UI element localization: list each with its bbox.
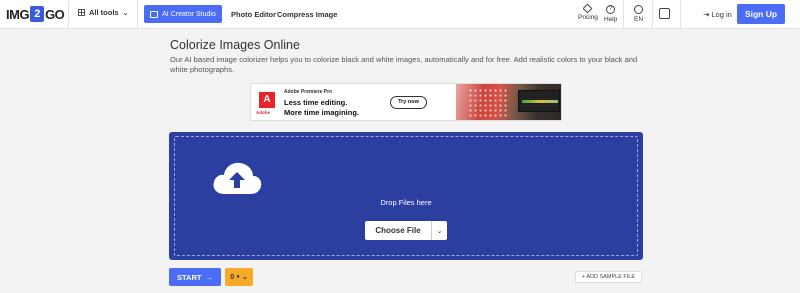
credits-value: 0 bbox=[230, 273, 235, 281]
choose-file-button[interactable]: Choose File ⌄ bbox=[365, 221, 447, 240]
image-icon bbox=[150, 10, 159, 18]
header-divider bbox=[68, 0, 69, 29]
ai-creator-label: AI Creator Studio bbox=[162, 10, 216, 18]
help-label: Help bbox=[604, 16, 618, 23]
compress-image-link[interactable]: Compress Image bbox=[277, 10, 337, 19]
adobe-logo-label: Adobe bbox=[256, 110, 270, 115]
language-selector[interactable]: EN bbox=[634, 5, 643, 23]
page-description: Our AI based image colorizer helps you t… bbox=[170, 55, 638, 74]
ad-try-now-button[interactable]: Try now bbox=[390, 96, 427, 109]
ad-headline-2: More time imagining. bbox=[284, 108, 360, 117]
pricing-link[interactable]: Pricing bbox=[578, 3, 598, 21]
chevron-down-icon: ⌄ bbox=[122, 9, 129, 17]
start-label: START bbox=[177, 272, 202, 282]
ai-creator-studio-button[interactable]: AI Creator Studio bbox=[144, 5, 222, 23]
coins-icon: ● bbox=[236, 274, 240, 280]
ad-brand: Adobe Premiere Pro bbox=[284, 89, 333, 95]
ad-photo bbox=[456, 84, 561, 120]
login-link[interactable]: ⇥ Log in bbox=[703, 10, 732, 19]
credits-button[interactable]: 0 ● ⌄ bbox=[225, 268, 253, 286]
ad-photo-screen bbox=[518, 90, 560, 112]
calendar-clock-icon bbox=[659, 8, 670, 19]
logo-text-left: IMG bbox=[6, 6, 30, 22]
question-icon: ? bbox=[606, 5, 616, 14]
chevron-down-icon: ⌄ bbox=[241, 274, 248, 281]
help-link[interactable]: ? Help bbox=[604, 5, 617, 23]
header-divider bbox=[652, 0, 653, 29]
login-label: Log in bbox=[711, 10, 732, 19]
all-tools-label: All tools bbox=[89, 8, 119, 17]
logo-text-mid: 2 bbox=[30, 6, 45, 22]
globe-icon bbox=[634, 5, 644, 14]
header-divider bbox=[680, 0, 681, 29]
header-divider bbox=[137, 0, 138, 29]
login-icon: ⇥ bbox=[703, 10, 710, 19]
adobe-logo: A bbox=[259, 92, 275, 108]
logo-text-right: GO bbox=[45, 6, 65, 22]
tag-icon bbox=[582, 3, 593, 14]
choose-file-label: Choose File bbox=[365, 221, 432, 240]
img2go-logo[interactable]: IMG 2 GO bbox=[6, 6, 65, 22]
language-label: EN bbox=[634, 16, 644, 23]
ad-banner[interactable]: A Adobe Adobe Premiere Pro Less time edi… bbox=[250, 83, 562, 121]
upload-dropzone[interactable] bbox=[169, 132, 643, 260]
all-tools-menu[interactable]: All tools ⌄ bbox=[78, 8, 128, 17]
signup-button[interactable]: Sign Up bbox=[737, 4, 785, 24]
grid-icon bbox=[78, 9, 85, 16]
pricing-label: Pricing bbox=[578, 14, 598, 21]
header-divider bbox=[623, 0, 624, 29]
chevron-down-icon[interactable]: ⌄ bbox=[432, 221, 447, 240]
photo-editor-link[interactable]: Photo Editor bbox=[231, 10, 276, 19]
drop-files-text: Drop Files here bbox=[380, 198, 432, 207]
page-title: Colorize Images Online bbox=[170, 38, 300, 52]
ad-headline-1: Less time editing. bbox=[284, 98, 348, 107]
ad-photo-pattern bbox=[468, 88, 508, 118]
history-button[interactable] bbox=[659, 8, 670, 21]
start-button[interactable]: START → bbox=[169, 268, 221, 286]
top-header: IMG 2 GO All tools ⌄ AI Creator Studio P… bbox=[0, 0, 800, 29]
add-sample-file-button[interactable]: + ADD SAMPLE FILE bbox=[575, 271, 642, 283]
arrow-right-icon: → bbox=[205, 272, 213, 282]
cloud-upload-icon bbox=[213, 162, 262, 194]
